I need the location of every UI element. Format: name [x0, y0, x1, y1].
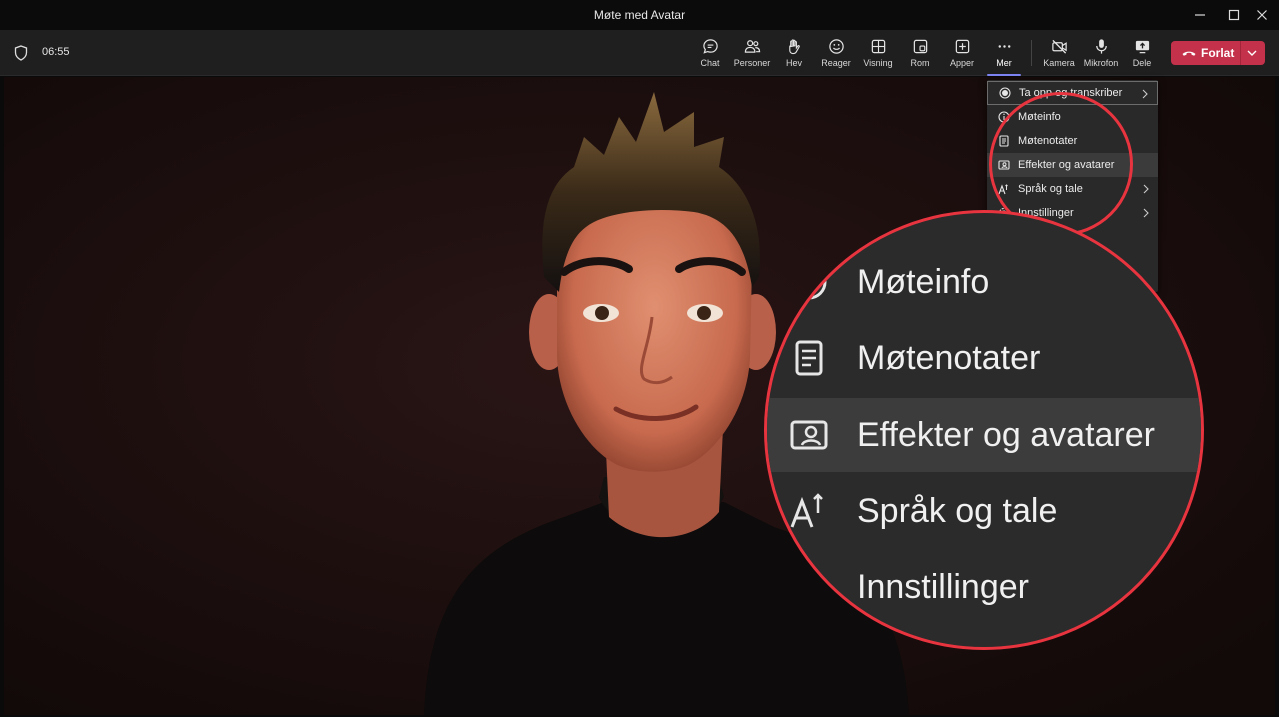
smiley-icon [828, 39, 844, 54]
apps-button[interactable]: Apper [941, 34, 983, 72]
leave-label: Forlat [1201, 46, 1235, 60]
effects-avatar-icon [998, 160, 1010, 170]
info-icon [791, 264, 827, 300]
people-label: Personer [733, 58, 771, 68]
view-label: Visning [863, 58, 893, 68]
notes-icon [999, 135, 1009, 147]
effects-avatar-icon [790, 420, 828, 450]
zoom-item-label: Møteinfo [857, 262, 990, 301]
microphone-label: Mikrofon [1083, 58, 1119, 68]
react-button[interactable]: Reager [815, 34, 857, 72]
menu-item-label: Møtenotater [1018, 135, 1078, 147]
leave-separator [1240, 41, 1241, 65]
record-icon [999, 87, 1011, 99]
react-label: Reager [821, 58, 851, 68]
more-button[interactable]: Mer [983, 34, 1025, 76]
meeting-timer: 06:55 [42, 46, 70, 58]
menu-item-effects-avatars[interactable]: Effekter og avatarer [987, 153, 1158, 177]
chat-button[interactable]: Chat [689, 34, 731, 72]
chat-label: Chat [700, 58, 720, 68]
menu-item-label: Møteinfo [1018, 111, 1061, 123]
share-screen-icon [1135, 40, 1149, 54]
share-label: Dele [1132, 58, 1152, 68]
apps-label: Apper [949, 58, 975, 68]
hang-up-icon [1182, 51, 1196, 56]
menu-item-label: Språk og tale [1018, 183, 1083, 195]
menu-item-meeting-info[interactable]: Møteinfo [987, 105, 1158, 129]
minimize-button[interactable] [1183, 0, 1217, 30]
language-icon [998, 184, 1008, 195]
microphone-button[interactable]: Mikrofon [1080, 34, 1122, 72]
window-title: Møte med Avatar [593, 8, 686, 22]
grid-view-icon [871, 39, 885, 54]
zoom-item-label: Språk og tale [857, 491, 1058, 530]
people-button[interactable]: Personer [731, 34, 773, 72]
chevron-down-icon[interactable] [1245, 46, 1259, 60]
raise-hand-icon [788, 39, 800, 55]
menu-item-label: Ta opp og transkriber [1019, 87, 1123, 99]
raise-hand-button[interactable]: Hev [773, 34, 815, 72]
menu-item-meeting-notes[interactable]: Møtenotater [987, 129, 1158, 153]
zoom-item-settings: Innstillinger [767, 550, 1201, 624]
camera-off-icon [1051, 39, 1067, 54]
title-bar: Møte med Avatar [0, 0, 1279, 30]
more-label: Mer [996, 58, 1012, 68]
menu-item-language-speech[interactable]: Språk og tale [987, 177, 1158, 201]
zoom-item-label: Møtenotater [857, 338, 1041, 377]
chevron-right-icon [1143, 184, 1149, 194]
camera-label: Kamera [1043, 58, 1075, 68]
view-button[interactable]: Visning [857, 34, 899, 72]
meeting-toolbar: 06:55 Chat Personer Hev Reager Visning R… [0, 30, 1279, 76]
leave-button[interactable]: Forlat [1171, 41, 1265, 65]
zoom-callout: Møteinfo Møtenotater Effekter og avatare… [764, 210, 1204, 650]
language-icon [790, 493, 823, 528]
shield-icon [14, 45, 28, 61]
zoom-item-meeting-notes: Møtenotater [767, 321, 1201, 395]
toolbar-divider [1031, 40, 1032, 66]
zoom-item-meeting-info: Møteinfo [767, 245, 1201, 319]
zoom-item-language-speech: Språk og tale [767, 474, 1201, 548]
people-icon [744, 40, 760, 53]
microphone-icon [1095, 39, 1107, 54]
chat-icon [702, 39, 718, 54]
close-icon [1257, 10, 1267, 20]
settings-icon [792, 570, 826, 604]
notes-icon [795, 340, 823, 376]
add-apps-icon [955, 39, 969, 54]
camera-button[interactable]: Kamera [1038, 34, 1080, 72]
chevron-right-icon [1143, 208, 1149, 218]
raise-hand-label: Hev [785, 58, 802, 68]
menu-item-label: Effekter og avatarer [1018, 159, 1115, 171]
more-dots-icon [998, 45, 1010, 48]
minimize-icon [1195, 14, 1205, 16]
share-button[interactable]: Dele [1121, 34, 1163, 72]
close-button[interactable] [1245, 0, 1279, 30]
breakout-rooms-icon [913, 39, 927, 54]
chevron-right-icon [1142, 89, 1148, 99]
info-icon [998, 111, 1010, 123]
zoom-item-effects-avatars: Effekter og avatarer [767, 398, 1201, 472]
rooms-label: Rom [910, 58, 930, 68]
menu-item-record[interactable]: Ta opp og transkriber [987, 81, 1158, 105]
zoom-item-label: Innstillinger [857, 567, 1029, 606]
maximize-icon [1228, 9, 1240, 21]
rooms-button[interactable]: Rom [899, 34, 941, 72]
zoom-item-label: Effekter og avatarer [857, 415, 1155, 454]
